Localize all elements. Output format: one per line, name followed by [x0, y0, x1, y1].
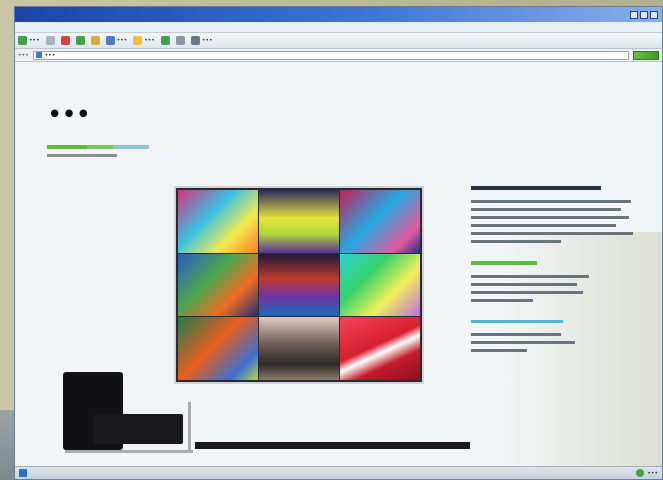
- minimize-button[interactable]: [630, 10, 638, 19]
- print-icon: [190, 36, 200, 45]
- site-tagline: [47, 154, 117, 157]
- forward-button[interactable]: [45, 36, 55, 45]
- refresh-button[interactable]: [75, 36, 85, 45]
- history-button[interactable]: [160, 36, 170, 45]
- maximize-button[interactable]: [640, 10, 648, 19]
- security-zone: •••: [636, 469, 658, 477]
- sidebar-text-line: [471, 240, 561, 243]
- collage-tile: [340, 317, 420, 380]
- chair-leg: [188, 402, 191, 452]
- sidebar-text-line: [471, 200, 631, 203]
- favorites-label: •••: [144, 37, 155, 44]
- forward-arrow-icon: [45, 36, 55, 45]
- collage-tile: [178, 190, 258, 253]
- search-label: •••: [116, 37, 128, 44]
- chair-frame: [65, 450, 193, 453]
- sidebar-text-line: [471, 208, 621, 211]
- home-button[interactable]: [90, 36, 100, 45]
- collage-tile: [340, 253, 420, 317]
- sidebar-text-line: [471, 283, 577, 286]
- sidebar-link-cyan[interactable]: [471, 320, 563, 323]
- sidebar-heading: [471, 186, 601, 190]
- sidebar-text-line: [471, 224, 616, 227]
- floor-bench: [195, 442, 470, 449]
- collage-tile: [340, 190, 420, 253]
- url-input[interactable]: •••: [32, 50, 629, 60]
- collage-tile: [259, 190, 339, 253]
- sidebar-text-line: [471, 291, 583, 294]
- close-button[interactable]: [650, 10, 658, 19]
- title-bar[interactable]: [15, 7, 662, 22]
- window-controls: [630, 10, 658, 19]
- mail-icon: [175, 36, 185, 45]
- sidebar-text-line: [471, 299, 533, 302]
- url-text: •••: [44, 51, 56, 59]
- status-bar: •••: [15, 466, 662, 479]
- collage-tile: [259, 317, 339, 380]
- browser-window: ••• ••• ••• ••• ••• ••• ••• •••: [14, 6, 663, 480]
- page-icon: [35, 52, 42, 58]
- collage-tile: [178, 253, 258, 317]
- chair-seat: [93, 414, 183, 444]
- go-button[interactable]: [633, 50, 659, 60]
- print-button[interactable]: •••: [190, 36, 213, 45]
- sidebar-text-line: [471, 341, 575, 344]
- search-icon: [105, 36, 115, 45]
- favorites-icon: [133, 36, 143, 45]
- zone-label: •••: [647, 469, 658, 477]
- home-icon: [90, 36, 100, 45]
- address-label: •••: [18, 51, 29, 59]
- content-sidebar: [471, 186, 651, 357]
- print-label: •••: [201, 37, 213, 44]
- collage-tile: [259, 253, 339, 317]
- favorites-button[interactable]: •••: [133, 36, 155, 45]
- sidebar-text-line: [471, 275, 589, 278]
- site-logo[interactable]: •••: [47, 100, 91, 130]
- collage-tile: [178, 317, 258, 380]
- mail-button[interactable]: [175, 36, 185, 45]
- globe-icon: [636, 469, 645, 477]
- site-nav: [47, 145, 149, 150]
- nav-link-2[interactable]: [87, 145, 113, 149]
- back-button[interactable]: •••: [18, 36, 40, 45]
- stop-icon: [60, 36, 70, 45]
- sidebar-link-green[interactable]: [471, 261, 537, 265]
- browser-toolbar: ••• ••• ••• •••: [15, 33, 662, 49]
- page-status-icon: [19, 469, 27, 477]
- history-icon: [160, 36, 170, 45]
- nav-link-1[interactable]: [47, 145, 87, 149]
- nav-link-3[interactable]: [113, 145, 149, 149]
- page-viewport[interactable]: •••: [15, 62, 662, 467]
- menu-bar: [15, 22, 662, 33]
- back-arrow-icon: [18, 36, 27, 45]
- stop-button[interactable]: [60, 36, 70, 45]
- refresh-icon: [75, 36, 85, 45]
- artwork-collage[interactable]: [174, 186, 424, 384]
- sidebar-text-line: [471, 232, 633, 235]
- sidebar-text-line: [471, 333, 561, 336]
- sidebar-text-line: [471, 216, 629, 219]
- chair-photo: [53, 372, 199, 456]
- back-label: •••: [29, 37, 40, 44]
- sidebar-text-line: [471, 349, 527, 352]
- search-button[interactable]: •••: [105, 36, 128, 45]
- address-bar: ••• •••: [15, 49, 662, 62]
